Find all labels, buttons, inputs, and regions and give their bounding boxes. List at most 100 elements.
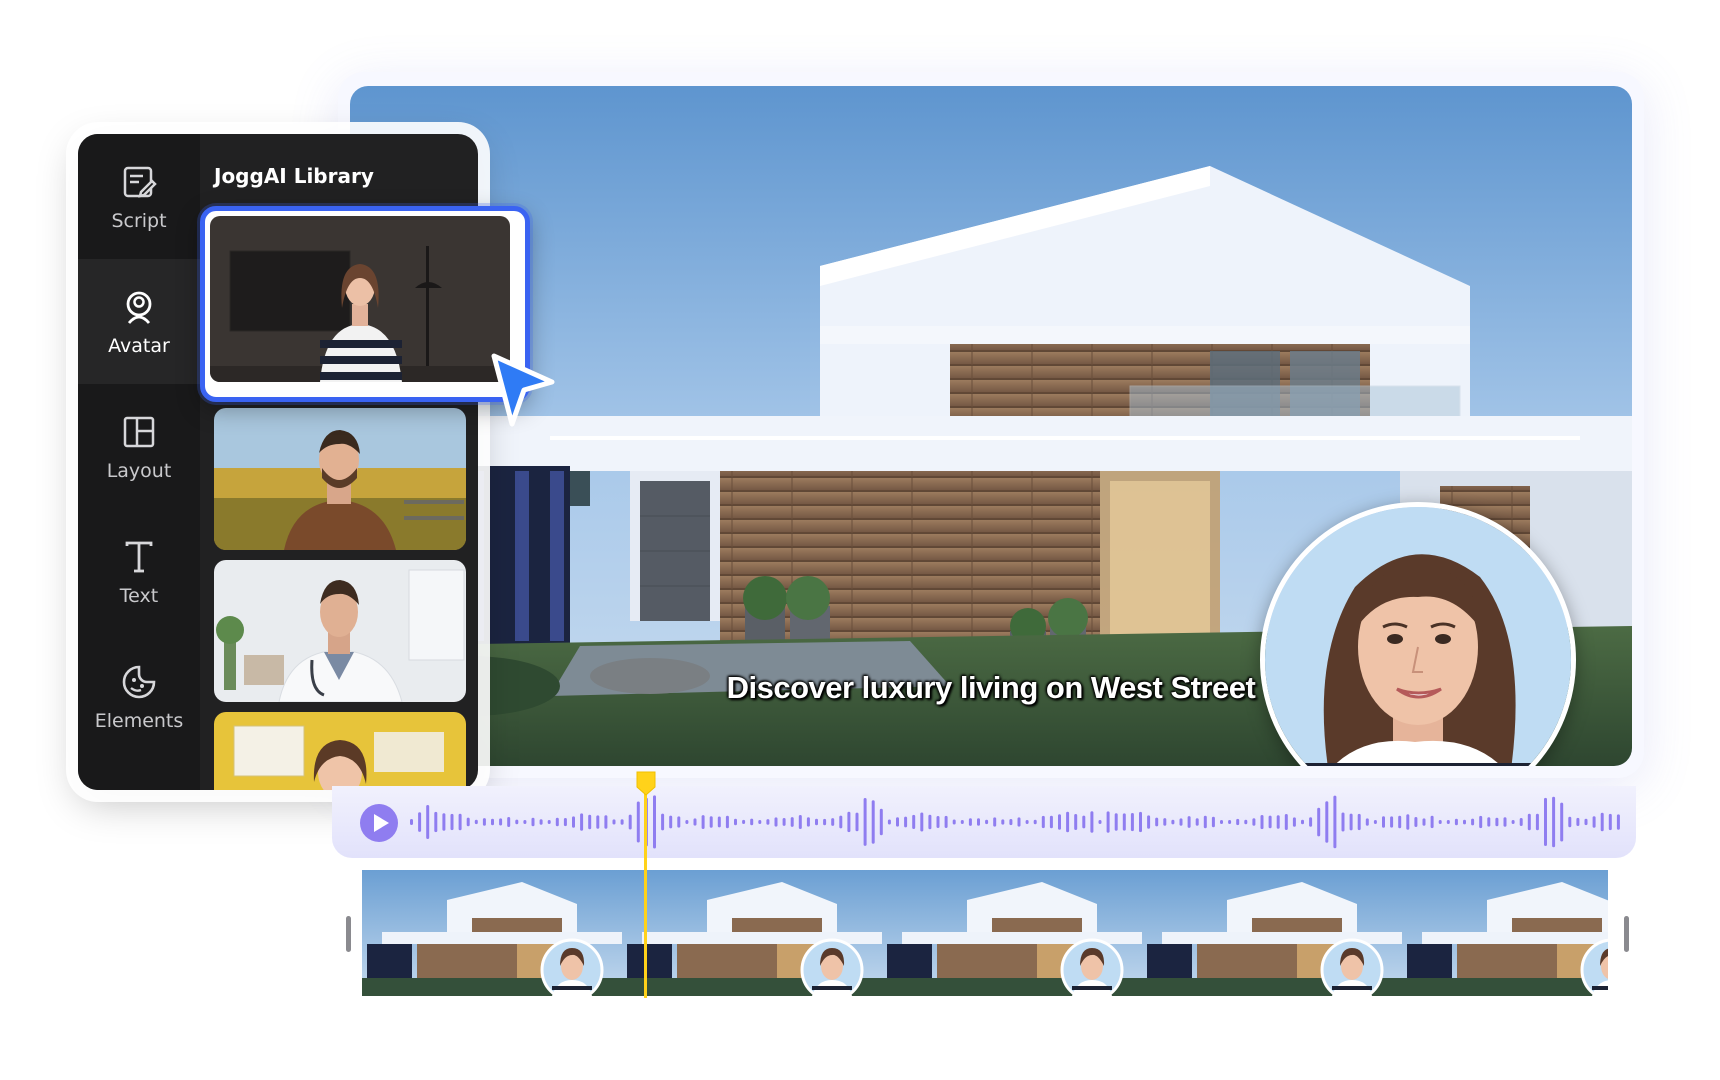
sidebar-item-layout[interactable]: Layout — [78, 384, 200, 509]
text-icon — [125, 541, 153, 572]
sidebar-item-label: Layout — [106, 459, 172, 482]
waveform-bar — [1155, 817, 1159, 827]
waveform-bar — [1446, 820, 1450, 824]
waveform-bar — [928, 814, 932, 830]
waveform-bar — [887, 819, 891, 825]
waveform-bar — [1584, 818, 1588, 826]
waveform-bar — [482, 818, 486, 826]
library-thumbnail[interactable] — [214, 408, 466, 550]
waveform-bar — [725, 815, 729, 829]
waveform-bar — [1090, 811, 1094, 833]
waveform-bar — [863, 798, 867, 846]
waveform-bar — [1560, 802, 1564, 842]
waveform-bar — [636, 801, 640, 843]
waveform-bar — [653, 795, 656, 849]
waveform-bar — [1430, 815, 1434, 829]
waveform-bar — [1357, 813, 1361, 831]
waveform-bar — [831, 818, 835, 826]
waveform-bar — [426, 805, 430, 839]
sidebar-item-text[interactable]: Text — [78, 509, 200, 634]
waveform-bar — [547, 820, 551, 824]
waveform-bar — [904, 816, 908, 828]
playhead[interactable] — [644, 790, 647, 998]
waveform-bar — [1535, 813, 1539, 831]
script-icon — [123, 166, 157, 198]
waveform-bar — [815, 818, 818, 826]
waveform-bar — [1341, 812, 1345, 832]
playhead-handle-icon[interactable] — [635, 770, 657, 796]
waveform-bar — [1325, 801, 1329, 843]
waveform-bar — [1033, 819, 1037, 825]
library-title: JoggAI Library — [214, 164, 374, 188]
sidebar-item-script[interactable]: Script — [78, 134, 200, 259]
waveform-bar — [677, 816, 681, 828]
waveform-bar — [709, 816, 713, 828]
waveform-bar — [1203, 815, 1207, 829]
waveform-bar — [920, 812, 924, 832]
waveform-bar — [1252, 818, 1256, 826]
trim-handle-left[interactable] — [346, 916, 351, 952]
waveform-bar — [499, 818, 503, 826]
waveform-bar — [1463, 819, 1466, 825]
waveform-bar — [806, 817, 810, 827]
waveform-bar — [1438, 820, 1442, 824]
trim-handle-right[interactable] — [1624, 916, 1629, 952]
timeline-frame[interactable] — [882, 870, 1142, 996]
waveform-bar — [1552, 796, 1556, 848]
waveform-bar — [766, 819, 770, 825]
waveform-bar — [701, 815, 705, 829]
library-thumbnail[interactable] — [214, 560, 466, 702]
waveform-bar — [1398, 815, 1402, 829]
waveform-bar — [1049, 815, 1053, 829]
waveform-bar — [1163, 818, 1167, 826]
waveform-bar — [628, 814, 632, 830]
waveform-bar — [879, 808, 883, 836]
selected-library-thumbnail[interactable] — [200, 206, 530, 402]
timeline-frame[interactable] — [622, 870, 882, 996]
waveform-bar — [1195, 818, 1199, 826]
waveform-bar — [717, 816, 721, 828]
waveform-bar — [515, 819, 519, 825]
waveform-bar — [1422, 818, 1426, 826]
sidebar-item-avatar[interactable]: Avatar — [78, 259, 200, 384]
waveform-bar — [620, 819, 624, 825]
timeline-frame[interactable] — [1402, 870, 1608, 996]
timeline-frame[interactable] — [362, 870, 622, 996]
waveform-bar — [1454, 818, 1458, 826]
waveform-bar — [1058, 814, 1061, 830]
waveform-bar — [1260, 815, 1264, 830]
waveform-bar — [580, 813, 584, 831]
waveform-bar — [896, 817, 899, 827]
waveform-bar — [960, 820, 964, 824]
waveform-bar — [912, 814, 916, 829]
waveform-bar — [1487, 817, 1491, 827]
timeline-frame[interactable] — [1142, 870, 1402, 996]
timeline-filmstrip[interactable] — [362, 870, 1608, 996]
waveform-bar — [1268, 815, 1272, 829]
library-thumbnail[interactable] — [214, 712, 466, 790]
tool-rail: Script Avatar Layout Text Elements — [78, 134, 200, 790]
waveform-bar — [531, 817, 535, 827]
play-button[interactable] — [360, 804, 398, 842]
waveform-bar — [1130, 813, 1134, 832]
avatar-icon — [126, 291, 152, 324]
layout-icon — [123, 416, 155, 447]
waveform-bar — [572, 816, 575, 828]
waveform-bar — [1171, 819, 1175, 825]
waveform-bar — [1390, 816, 1394, 828]
waveform-bar — [1309, 817, 1313, 827]
waveform-bar — [1114, 813, 1118, 831]
waveform-bar — [1244, 819, 1248, 825]
waveform-bar — [871, 800, 875, 844]
waveform-bar — [418, 812, 422, 832]
waveform-bar — [1479, 815, 1483, 829]
waveform-bar — [434, 811, 438, 833]
sidebar-item-elements[interactable]: Elements — [78, 634, 200, 759]
waveform-bar — [1179, 818, 1183, 826]
waveform-bar — [734, 818, 737, 826]
audio-waveform-bar[interactable] — [332, 786, 1636, 858]
waveform-bar — [1616, 814, 1620, 830]
waveform-bar — [1365, 818, 1369, 826]
waveform-bar — [977, 818, 980, 826]
waveform-bar — [1139, 811, 1142, 833]
